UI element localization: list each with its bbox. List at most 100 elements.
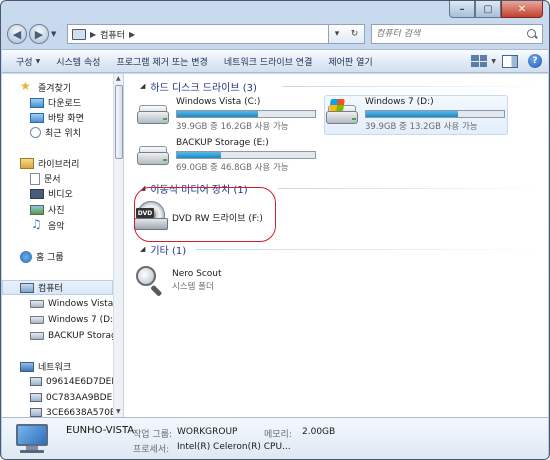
back-button[interactable]: ◀ [7, 24, 27, 44]
nav-item-recent-places[interactable]: 최근 위치 [30, 125, 81, 140]
scroll-up-icon[interactable]: ▲ [116, 75, 122, 83]
group-header-other[interactable]: ◢ 기타 (1) [140, 242, 544, 257]
maximize-button[interactable]: ▢ [475, 1, 501, 18]
nav-label: 라이브러리 [38, 160, 80, 170]
desktop-folder-icon [30, 112, 44, 123]
drive-tile-c[interactable]: Windows Vista (C:) 39.9GB 중 16.2GB 사용 가능 [136, 96, 316, 136]
nav-label: 0C783AA9BDE8 [46, 392, 114, 403]
nav-label: 문서 [44, 175, 61, 185]
nav-item-drive-d[interactable]: Windows 7 (D:) [30, 312, 113, 327]
windows-drive-icon [325, 99, 361, 129]
view-dropdown-icon[interactable]: ▼ [491, 58, 496, 65]
nav-homegroup[interactable]: 홈 그룹 [20, 249, 64, 264]
open-control-panel-button[interactable]: 제어판 열기 [320, 55, 380, 68]
address-row: ◀ ▶ ▼ ▶ 컴퓨터 ▶ ▾ ↻ [7, 23, 543, 45]
chevron-right-icon[interactable]: ▶ [129, 30, 135, 39]
group-header-removable[interactable]: ◢ 이동식 미디어 장치 (1) [140, 181, 544, 196]
search-box[interactable] [371, 24, 543, 44]
memory-value: 2.00GB [302, 427, 336, 437]
content-pane[interactable]: ◢ 하드 디스크 드라이브 (3) Windows Vista (C:) 39.… [126, 74, 548, 417]
hard-drive-icon [136, 140, 172, 170]
workgroup-value: WORKGROUP [177, 427, 238, 437]
computer-icon [20, 282, 34, 293]
organize-label: 구성 [16, 57, 33, 68]
nav-label: 09614E6D7DEF4 [46, 376, 113, 387]
drive-tile-e[interactable]: BACKUP Storage (E:) 69.0GB 중 46.8GB 사용 가… [136, 137, 316, 177]
search-input[interactable] [376, 29, 526, 39]
nav-label: 네트워크 [38, 363, 72, 373]
nero-scout-tile[interactable]: Nero Scout 시스템 폴더 [134, 262, 284, 298]
group-divider [278, 188, 544, 189]
recent-pages-dropdown[interactable]: ▼ [51, 30, 61, 38]
nav-item-pictures[interactable]: 사진 [30, 202, 65, 217]
nav-label: BACKUP Storage [48, 330, 113, 341]
organize-menu[interactable]: 구성 ▼ [8, 55, 48, 68]
map-network-drive-button[interactable]: 네트워크 드라이브 연결 [216, 55, 321, 68]
breadcrumb-computer[interactable]: 컴퓨터 [100, 28, 125, 41]
nav-computer[interactable]: 컴퓨터 [2, 280, 113, 295]
nav-pane-scrollbar[interactable]: ▲ ▼ [114, 74, 124, 417]
hard-drive-icon [136, 99, 172, 129]
nav-item-music[interactable]: 음악 [30, 217, 65, 233]
group-divider [196, 249, 544, 250]
nav-item-videos[interactable]: 비디오 [30, 186, 73, 201]
drive-usage-bar [176, 151, 316, 159]
refresh-icon[interactable]: ↻ [351, 29, 359, 39]
search-icon[interactable] [526, 28, 538, 40]
chevron-right-icon[interactable]: ▶ [90, 30, 96, 39]
group-divider [282, 86, 544, 87]
drive-free-space: 39.9GB 중 16.2GB 사용 가능 [176, 122, 289, 132]
documents-icon [30, 172, 40, 185]
nav-item-drive-c[interactable]: Windows Vista (C [30, 296, 113, 311]
collapse-icon[interactable]: ◢ [140, 184, 145, 192]
address-controls: ▾ ↻ [329, 24, 365, 44]
collapse-icon[interactable]: ◢ [140, 82, 145, 90]
nav-item-network-host[interactable]: 09614E6D7DEF4 [30, 374, 113, 389]
nav-label: 비디오 [48, 190, 73, 200]
videos-icon [30, 188, 44, 199]
nav-item-drive-e[interactable]: BACKUP Storage [30, 328, 113, 343]
drive-usage-bar [176, 110, 316, 118]
close-button[interactable]: ✕ [501, 1, 543, 18]
nav-label: 즐겨찾기 [38, 84, 72, 94]
system-properties-button[interactable]: 시스템 속성 [48, 55, 108, 68]
navigation-pane[interactable]: 즐겨찾기 다운로드 바탕 화면 최근 위치 라이브러리 문서 [2, 74, 114, 417]
nav-item-network-host[interactable]: 0C783AA9BDE8 [30, 390, 114, 405]
group-header-hard-disks[interactable]: ◢ 하드 디스크 드라이브 (3) [140, 79, 544, 94]
nav-item-downloads[interactable]: 다운로드 [30, 95, 81, 110]
history-dropdown-icon[interactable]: ▾ [335, 29, 340, 39]
magnifier-icon [134, 265, 164, 297]
group-title: 하드 디스크 드라이브 (3) [150, 82, 257, 94]
group-title: 이동식 미디어 장치 (1) [150, 184, 248, 196]
forward-button[interactable]: ▶ [29, 24, 49, 44]
nav-item-desktop[interactable]: 바탕 화면 [30, 110, 84, 125]
help-icon[interactable]: ? [528, 54, 542, 68]
item-name: Nero Scout [172, 268, 222, 279]
nav-label: 홈 그룹 [36, 253, 64, 263]
nav-favorites[interactable]: 즐겨찾기 [20, 79, 72, 95]
nav-libraries[interactable]: 라이브러리 [20, 156, 79, 171]
caption-buttons: – ▢ ✕ [449, 1, 543, 19]
dvd-drive-tile[interactable]: DVD DVD RW 드라이브 (F:) [134, 196, 274, 238]
nav-item-documents[interactable]: 문서 [30, 171, 61, 186]
scrollbar-thumb[interactable] [115, 85, 123, 159]
nav-item-network-host[interactable]: 3CE6638A570B4 [30, 405, 113, 417]
collapse-icon[interactable]: ◢ [140, 245, 145, 253]
computer-monitor-icon [14, 424, 52, 454]
address-bar[interactable]: ▶ 컴퓨터 ▶ [67, 24, 329, 44]
downloads-folder-icon [30, 97, 44, 108]
item-type: 시스템 폴더 [172, 281, 214, 292]
uninstall-program-button[interactable]: 프로그램 제거 또는 변경 [108, 55, 215, 68]
network-computer-icon [30, 393, 42, 402]
memory-label: 메모리: [264, 430, 292, 440]
chevron-down-icon: ▼ [35, 57, 41, 65]
nav-network[interactable]: 네트워크 [20, 359, 71, 374]
scroll-down-icon[interactable]: ▼ [116, 408, 122, 416]
nav-label: 최근 위치 [45, 129, 81, 139]
change-view-icon[interactable] [471, 55, 488, 67]
network-computer-icon [30, 377, 42, 386]
drive-tile-d[interactable]: Windows 7 (D:) 39.9GB 중 13.2GB 사용 가능 [324, 95, 508, 135]
preview-pane-icon[interactable] [502, 54, 518, 68]
minimize-button[interactable]: – [449, 1, 475, 18]
drive-free-space: 39.9GB 중 13.2GB 사용 가능 [365, 122, 478, 132]
